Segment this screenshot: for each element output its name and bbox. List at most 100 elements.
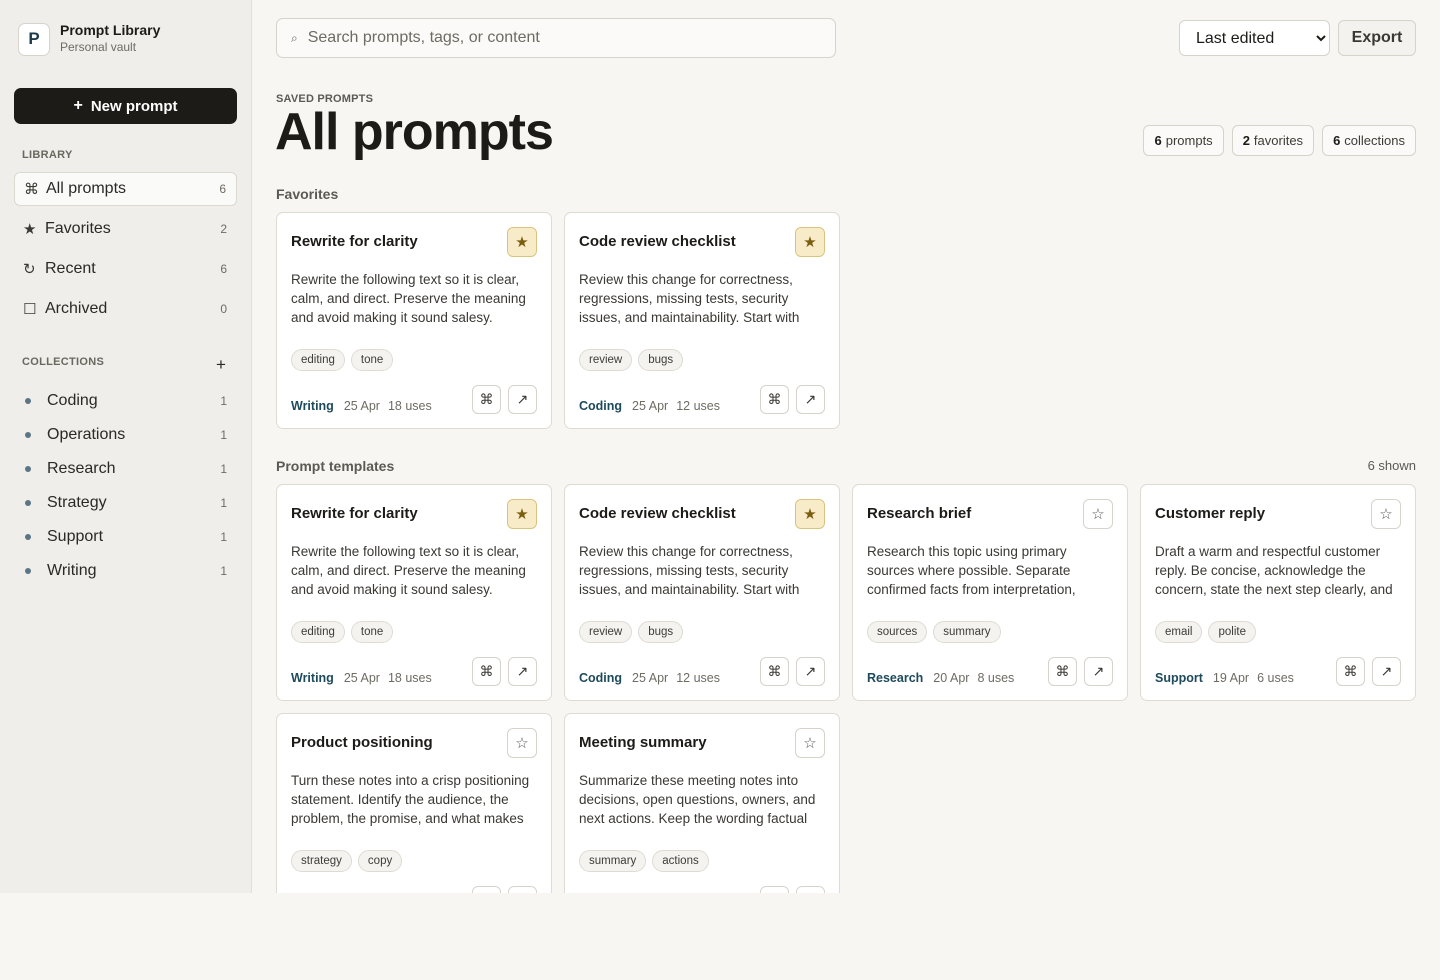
favorite-toggle-button[interactable]: ☆ bbox=[1083, 499, 1113, 529]
open-prompt-button[interactable]: ↗ bbox=[796, 657, 825, 686]
copy-prompt-button[interactable]: ⌘ bbox=[1048, 657, 1077, 686]
card-collection-link[interactable]: Support bbox=[1155, 671, 1203, 685]
collection-count: 1 bbox=[220, 428, 227, 442]
sidebar-item-archived[interactable]: ☐ Archived 0 bbox=[14, 292, 237, 326]
stat-number: 6 bbox=[1333, 133, 1341, 148]
new-prompt-button[interactable]: + New prompt bbox=[14, 88, 237, 124]
tag-chip[interactable]: bugs bbox=[638, 349, 684, 371]
copy-prompt-button[interactable]: ⌘ bbox=[472, 385, 501, 414]
tag-chip[interactable]: review bbox=[579, 621, 633, 643]
tag-chip[interactable]: polite bbox=[1208, 621, 1256, 643]
tag-list: editing tone bbox=[291, 349, 394, 371]
tag-chip[interactable]: tone bbox=[350, 621, 394, 643]
sidebar-item-favorites[interactable]: ★ Favorites 2 bbox=[14, 212, 237, 246]
collection-dot-icon bbox=[25, 500, 31, 506]
collection-dot-icon bbox=[25, 466, 31, 472]
prompt-card[interactable]: Code review checklist ★ Review this change… bbox=[564, 212, 840, 429]
collection-count: 1 bbox=[220, 530, 227, 544]
card-collection-link[interactable]: Coding bbox=[579, 399, 622, 413]
tag-chip[interactable]: email bbox=[1155, 621, 1203, 643]
tag-chip[interactable]: summary bbox=[579, 850, 647, 872]
open-prompt-button[interactable]: ↗ bbox=[796, 886, 825, 893]
open-prompt-button[interactable]: ↗ bbox=[508, 886, 537, 893]
card-title: Code review checklist bbox=[579, 505, 736, 522]
collection-item-operations[interactable]: Operations 1 bbox=[14, 420, 237, 450]
command-icon: ⌘ bbox=[479, 391, 494, 407]
card-description: Review this change for correctness, regr… bbox=[579, 272, 800, 325]
favorite-toggle-button[interactable]: ★ bbox=[507, 227, 537, 257]
command-icon: ⌘ bbox=[767, 663, 782, 679]
collection-item-support[interactable]: Support 1 bbox=[14, 522, 237, 552]
favorite-toggle-button[interactable]: ☆ bbox=[1371, 499, 1401, 529]
collection-item-coding[interactable]: Coding 1 bbox=[14, 386, 237, 416]
search-input[interactable] bbox=[307, 29, 808, 47]
prompt-card[interactable]: Research brief ☆ Research this topic using… bbox=[852, 484, 1128, 701]
sort-select[interactable]: Last edited bbox=[1179, 20, 1330, 56]
collection-dot-icon bbox=[25, 398, 31, 404]
prompt-card[interactable]: Customer reply ☆ Draft a warm and respectf… bbox=[1140, 484, 1416, 701]
tag-chip[interactable]: actions bbox=[652, 850, 709, 872]
collection-count: 1 bbox=[220, 394, 227, 408]
brand-subtitle: Personal vault bbox=[60, 40, 137, 54]
search-bar[interactable]: ⌕ bbox=[276, 18, 836, 58]
tag-chip[interactable]: copy bbox=[357, 850, 403, 872]
copy-prompt-button[interactable]: ⌘ bbox=[472, 657, 501, 686]
open-prompt-button[interactable]: ↗ bbox=[1372, 657, 1401, 686]
favorite-toggle-button[interactable]: ★ bbox=[795, 227, 825, 257]
sidebar-item-all-prompts[interactable]: ⌘ All prompts 6 bbox=[14, 172, 237, 206]
favorite-toggle-button[interactable]: ☆ bbox=[795, 728, 825, 758]
favorite-toggle-button[interactable]: ★ bbox=[795, 499, 825, 529]
card-collection-link[interactable]: Writing bbox=[291, 671, 334, 685]
card-collection-link[interactable]: Writing bbox=[291, 399, 334, 413]
plus-icon: + bbox=[73, 97, 83, 114]
tag-chip[interactable]: review bbox=[579, 349, 633, 371]
collection-item-research[interactable]: Research 1 bbox=[14, 454, 237, 484]
copy-prompt-button[interactable]: ⌘ bbox=[472, 886, 501, 893]
card-date: 25 Apr bbox=[632, 399, 669, 413]
favorite-toggle-button[interactable]: ★ bbox=[507, 499, 537, 529]
sidebar-item-label: Archived bbox=[45, 300, 108, 317]
card-description: Rewrite the following text so it is clea… bbox=[291, 272, 526, 325]
sidebar-item-recent[interactable]: ↻ Recent 6 bbox=[14, 252, 237, 286]
collection-item-writing[interactable]: Writing 1 bbox=[14, 556, 237, 586]
command-icon: ⌘ bbox=[479, 663, 494, 679]
tag-chip[interactable]: bugs bbox=[638, 621, 684, 643]
copy-prompt-button[interactable]: ⌘ bbox=[1336, 657, 1365, 686]
tag-list: editing tone bbox=[291, 621, 394, 643]
star-icon: ★ bbox=[515, 234, 529, 251]
tag-chip[interactable]: editing bbox=[291, 349, 345, 371]
open-prompt-button[interactable]: ↗ bbox=[508, 657, 537, 686]
open-prompt-button[interactable]: ↗ bbox=[508, 385, 537, 414]
prompt-card[interactable]: Meeting summary ☆ Summarize these meeting … bbox=[564, 713, 840, 893]
tag-chip[interactable]: strategy bbox=[291, 850, 352, 872]
tag-chip[interactable]: editing bbox=[291, 621, 345, 643]
tag-chip[interactable]: summary bbox=[933, 621, 1001, 643]
page-title: All prompts bbox=[275, 103, 554, 161]
card-meta: Coding 25 Apr 12 uses bbox=[579, 399, 720, 413]
templates-count: 6 shown bbox=[1367, 458, 1416, 473]
card-collection-link[interactable]: Research bbox=[867, 671, 923, 685]
open-prompt-button[interactable]: ↗ bbox=[796, 385, 825, 414]
card-date: 25 Apr bbox=[343, 399, 380, 413]
prompt-card[interactable]: Code review checklist ★ Review this change… bbox=[564, 484, 840, 701]
collection-label: Operations bbox=[47, 426, 126, 443]
prompt-card[interactable]: Product positioning ☆ Turn these notes int… bbox=[276, 713, 552, 893]
collection-count: 1 bbox=[220, 462, 227, 476]
tag-list: strategy copy bbox=[291, 850, 403, 872]
copy-prompt-button[interactable]: ⌘ bbox=[760, 657, 789, 686]
add-collection-icon[interactable]: + bbox=[214, 355, 228, 375]
sidebar-item-count: 6 bbox=[219, 182, 226, 196]
copy-prompt-button[interactable]: ⌘ bbox=[760, 886, 789, 893]
card-title: Customer reply bbox=[1155, 505, 1266, 522]
copy-prompt-button[interactable]: ⌘ bbox=[760, 385, 789, 414]
export-button[interactable]: Export bbox=[1338, 20, 1416, 56]
open-prompt-button[interactable]: ↗ bbox=[1084, 657, 1113, 686]
card-collection-link[interactable]: Coding bbox=[579, 671, 622, 685]
tag-chip[interactable]: sources bbox=[867, 621, 928, 643]
card-date: 20 Apr bbox=[933, 671, 970, 685]
prompt-card[interactable]: Rewrite for clarity ★ Rewrite the followin… bbox=[276, 212, 552, 429]
prompt-card[interactable]: Rewrite for clarity ★ Rewrite the followin… bbox=[276, 484, 552, 701]
collection-item-strategy[interactable]: Strategy 1 bbox=[14, 488, 237, 518]
favorite-toggle-button[interactable]: ☆ bbox=[507, 728, 537, 758]
tag-chip[interactable]: tone bbox=[350, 349, 394, 371]
